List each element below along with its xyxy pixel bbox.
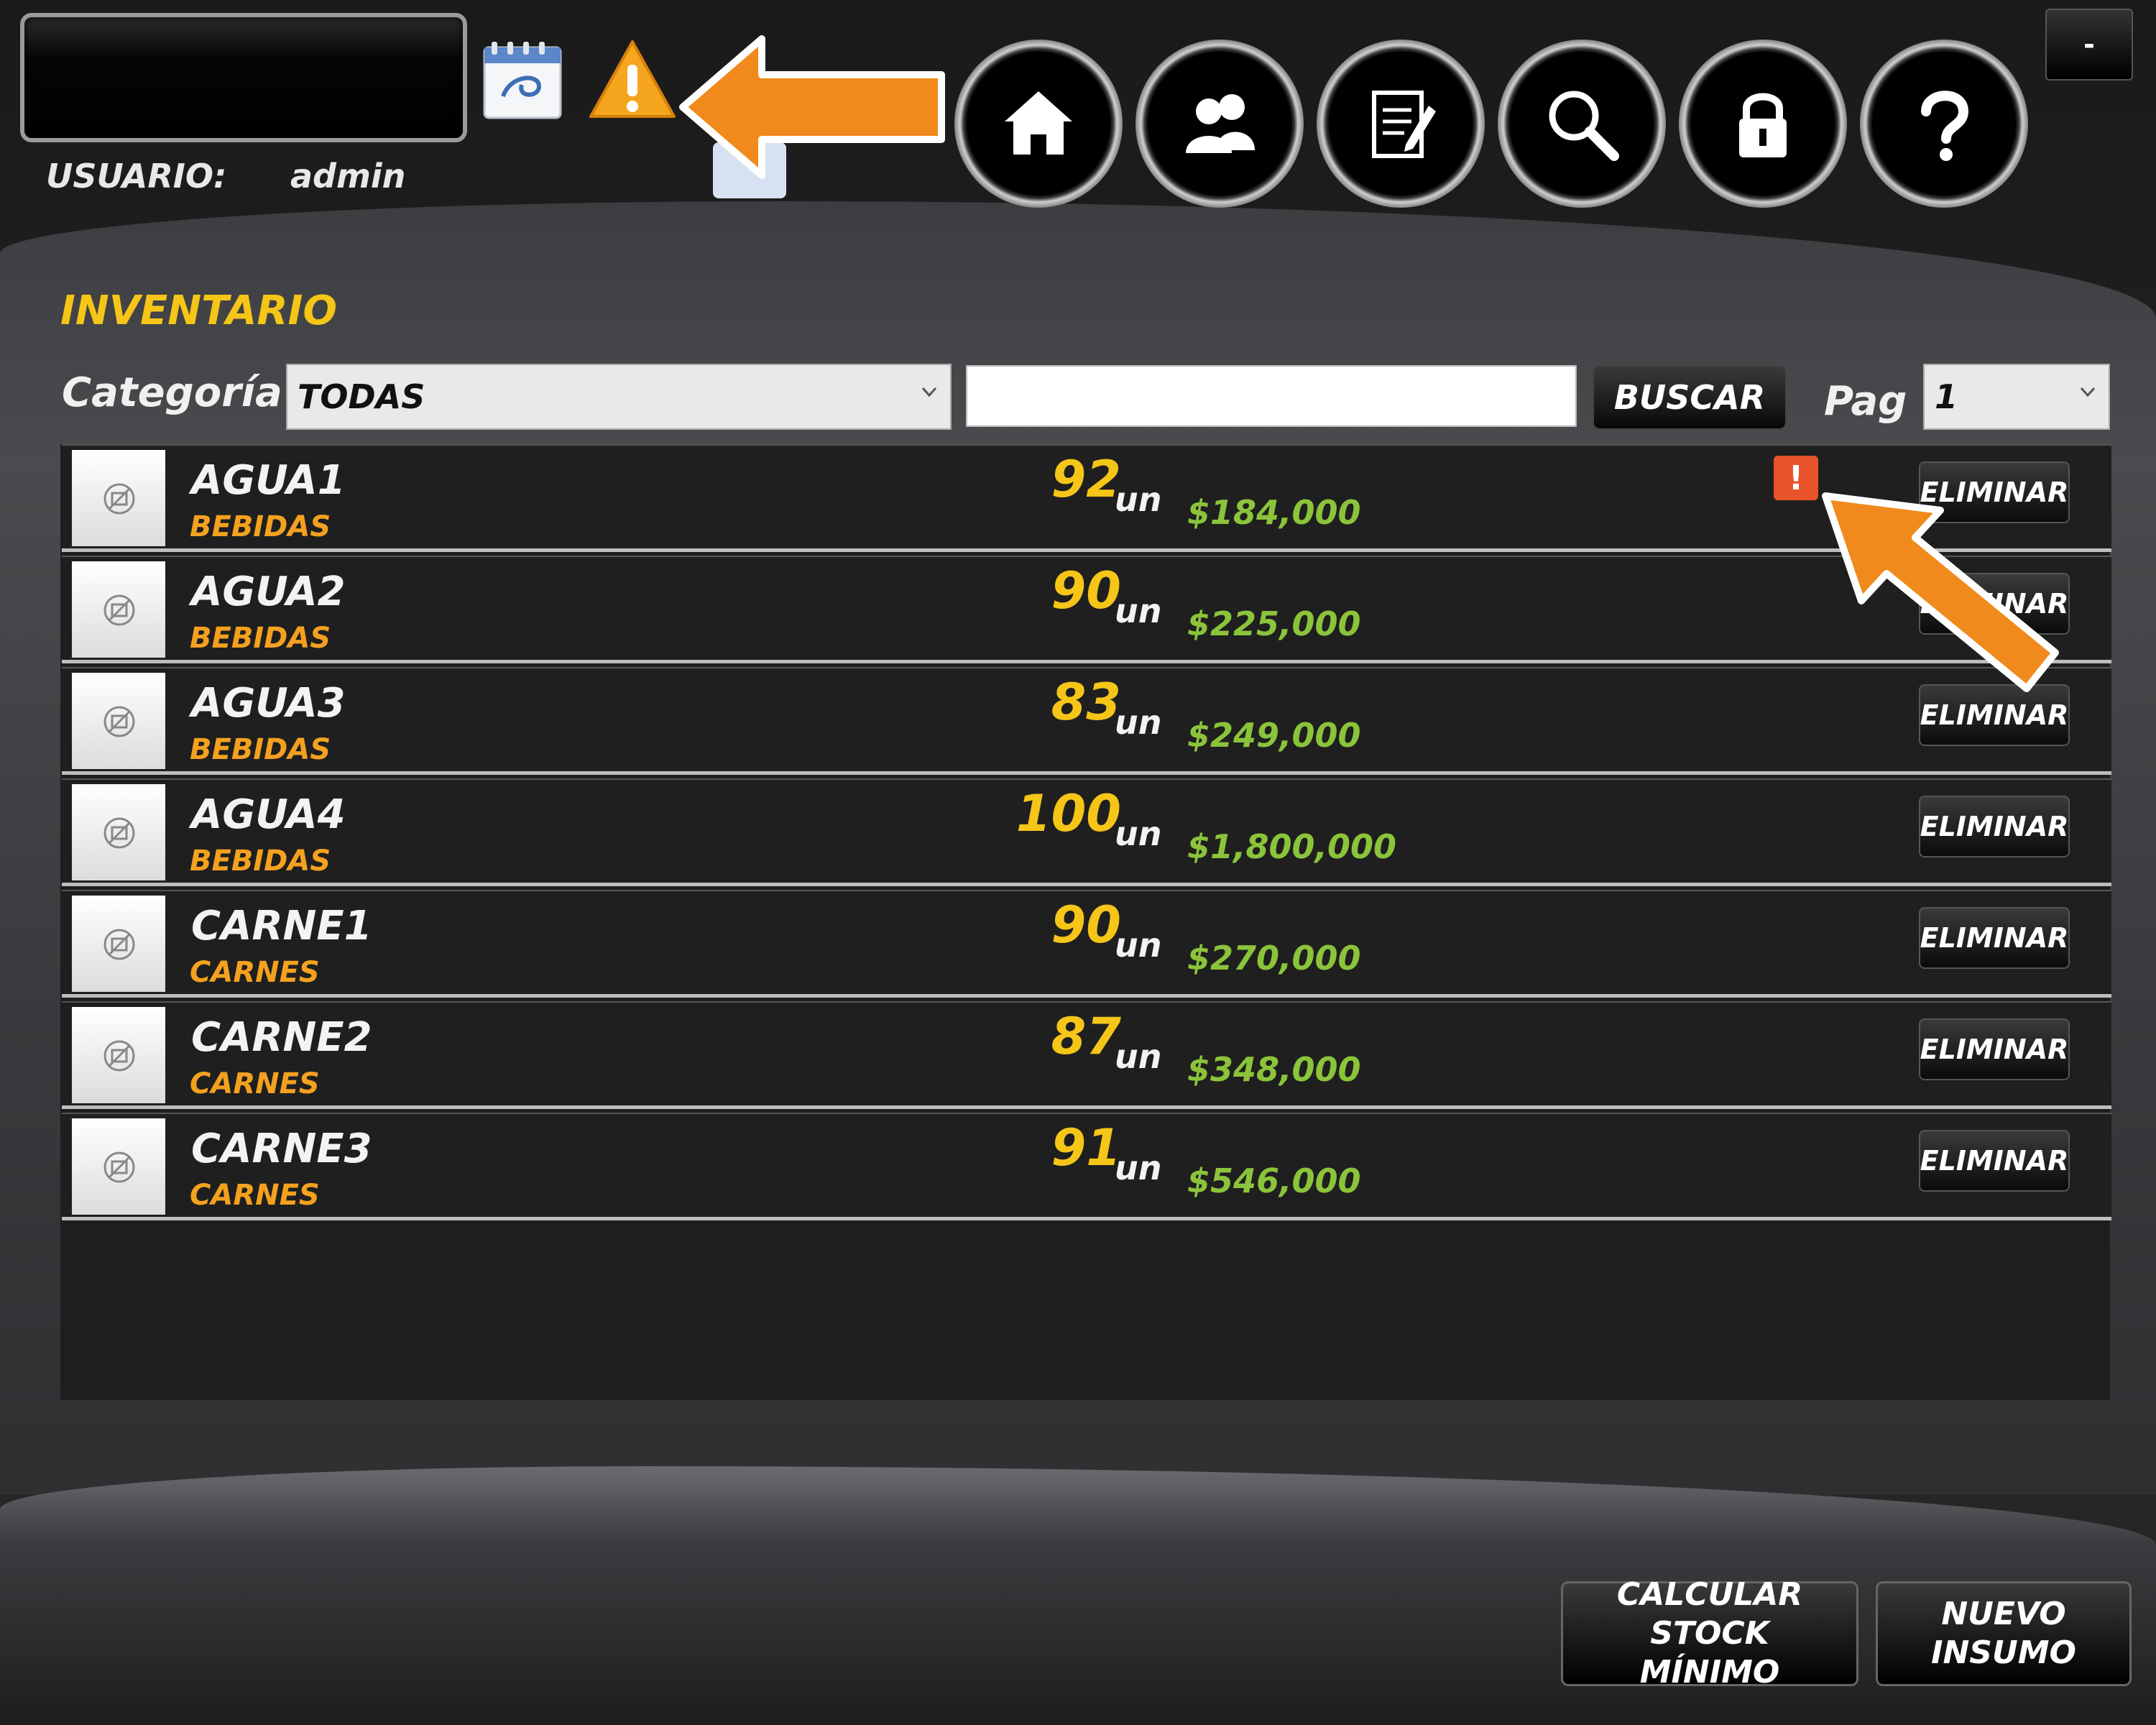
item-category: BEBIDAS bbox=[190, 733, 331, 766]
item-name: CARNE3 bbox=[191, 1126, 372, 1172]
category-selected-value: TODAS bbox=[298, 377, 425, 416]
help-button[interactable] bbox=[1860, 40, 2028, 208]
item-unit: un bbox=[1115, 1149, 1162, 1187]
item-unit: un bbox=[1115, 1037, 1162, 1076]
chevron-down-icon bbox=[921, 387, 937, 397]
item-category: CARNES bbox=[190, 1179, 320, 1212]
item-price: $546,000 bbox=[1187, 1162, 1361, 1200]
item-category: BEBIDAS bbox=[190, 510, 331, 543]
list-item: AGUA1 BEBIDAS 92 un $184,000 ! ELIMINAR bbox=[62, 444, 2111, 552]
item-unit: un bbox=[1115, 926, 1162, 965]
item-thumbnail bbox=[72, 896, 165, 992]
page-selected-value: 1 bbox=[1935, 377, 1958, 416]
home-button[interactable] bbox=[954, 40, 1123, 208]
no-image-icon bbox=[103, 594, 135, 626]
logo-box bbox=[20, 13, 467, 142]
no-image-icon bbox=[103, 483, 135, 515]
item-price: $249,000 bbox=[1187, 716, 1361, 755]
item-price: $1,800,000 bbox=[1187, 827, 1397, 866]
item-category: BEBIDAS bbox=[190, 622, 331, 655]
delete-button[interactable]: ELIMINAR bbox=[1919, 1130, 2070, 1192]
no-image-icon bbox=[103, 817, 135, 849]
search-icon bbox=[1549, 91, 1619, 161]
list-item: CARNE1 CARNES 90 un $270,000 ELIMINAR bbox=[62, 890, 2111, 998]
item-thumbnail bbox=[72, 561, 165, 658]
delete-button[interactable]: ELIMINAR bbox=[1919, 907, 2070, 969]
calendar-icon[interactable] bbox=[482, 39, 563, 121]
annotation-arrow bbox=[1822, 492, 2059, 692]
item-unit: un bbox=[1115, 480, 1162, 519]
item-name: CARNE1 bbox=[191, 903, 372, 949]
delete-button[interactable]: ELIMINAR bbox=[1919, 1018, 2070, 1080]
search-button[interactable] bbox=[1498, 40, 1666, 208]
no-image-icon bbox=[103, 706, 135, 737]
item-name: AGUA2 bbox=[191, 569, 346, 615]
page-select[interactable]: 1 bbox=[1923, 364, 2110, 430]
calculate-button-line2: MÍNIMO bbox=[1639, 1654, 1780, 1690]
no-image-icon bbox=[103, 929, 135, 960]
new-supply-button[interactable]: NUEVO INSUMO bbox=[1876, 1581, 2132, 1686]
notepad-icon bbox=[1372, 91, 1436, 158]
list-item: CARNE2 CARNES 87 un $348,000 ELIMINAR bbox=[62, 1001, 2111, 1109]
item-unit: un bbox=[1115, 703, 1162, 742]
users-button[interactable] bbox=[1135, 40, 1304, 208]
item-quantity: 90 bbox=[1051, 561, 1121, 620]
search-input[interactable] bbox=[966, 365, 1577, 427]
annotation-arrow bbox=[679, 35, 945, 179]
item-quantity: 83 bbox=[1051, 673, 1121, 732]
item-name: CARNE2 bbox=[191, 1014, 372, 1061]
item-quantity: 92 bbox=[1051, 450, 1121, 509]
item-unit: un bbox=[1115, 814, 1162, 853]
users-icon bbox=[1186, 94, 1255, 153]
question-icon bbox=[1921, 91, 1969, 161]
item-price: $184,000 bbox=[1187, 493, 1361, 532]
item-quantity: 91 bbox=[1051, 1118, 1121, 1177]
item-quantity: 87 bbox=[1051, 1007, 1121, 1066]
item-category: CARNES bbox=[190, 956, 320, 989]
list-item: AGUA3 BEBIDAS 83 un $249,000 ELIMINAR bbox=[62, 667, 2111, 775]
delete-button[interactable]: ELIMINAR bbox=[1919, 796, 2070, 857]
item-unit: un bbox=[1115, 592, 1162, 630]
home-icon bbox=[1005, 91, 1072, 155]
item-name: AGUA4 bbox=[191, 791, 346, 838]
chevron-down-icon bbox=[2080, 387, 2096, 397]
category-label: Categoría bbox=[62, 369, 282, 416]
user-label: USUARIO: bbox=[46, 157, 227, 196]
page-title: INVENTARIO bbox=[60, 288, 337, 334]
item-thumbnail bbox=[72, 1007, 165, 1103]
item-price: $348,000 bbox=[1187, 1050, 1361, 1089]
minimize-button[interactable]: - bbox=[2045, 9, 2133, 80]
no-image-icon bbox=[103, 1040, 135, 1072]
notes-button[interactable] bbox=[1317, 40, 1485, 208]
item-thumbnail bbox=[72, 1118, 165, 1215]
item-quantity: 90 bbox=[1051, 896, 1121, 954]
list-item: AGUA4 BEBIDAS 100 un $1,800,000 ELIMINAR bbox=[62, 778, 2111, 886]
search-submit-button[interactable]: BUSCAR bbox=[1593, 365, 1787, 430]
item-name: AGUA3 bbox=[191, 680, 346, 727]
list-item: CARNE3 CARNES 91 un $546,000 ELIMINAR bbox=[62, 1113, 2111, 1220]
item-thumbnail bbox=[72, 784, 165, 880]
item-category: BEBIDAS bbox=[190, 845, 331, 878]
calculate-button-line1: CALCULAR STOCK bbox=[1616, 1576, 1803, 1652]
user-value: admin bbox=[290, 157, 406, 196]
stock-alert-badge[interactable]: ! bbox=[1774, 456, 1818, 500]
item-name: AGUA1 bbox=[191, 457, 346, 504]
lock-button[interactable] bbox=[1679, 40, 1847, 208]
item-thumbnail bbox=[72, 450, 165, 546]
lock-icon bbox=[1739, 93, 1787, 157]
item-thumbnail bbox=[72, 673, 165, 769]
warning-icon[interactable] bbox=[586, 37, 678, 122]
item-price: $225,000 bbox=[1187, 604, 1361, 643]
page-label: Pag bbox=[1824, 378, 1907, 425]
item-category: CARNES bbox=[190, 1067, 320, 1100]
item-quantity: 100 bbox=[1015, 784, 1121, 843]
category-select[interactable]: TODAS bbox=[286, 364, 952, 430]
item-price: $270,000 bbox=[1187, 939, 1361, 978]
calculate-minimum-stock-button[interactable]: CALCULAR STOCK MÍNIMO bbox=[1561, 1576, 1858, 1690]
no-image-icon bbox=[103, 1151, 135, 1183]
list-item: AGUA2 BEBIDAS 90 un $225,000 ELIMINAR bbox=[62, 556, 2111, 663]
